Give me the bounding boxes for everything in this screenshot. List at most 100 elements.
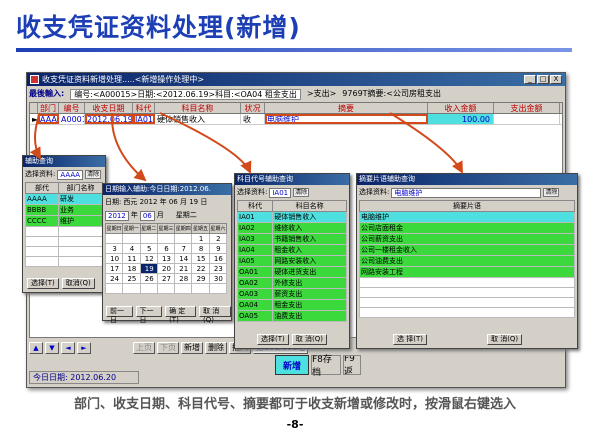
subject-clear-button[interactable]: 清除	[293, 188, 310, 197]
calendar-day[interactable]	[208, 283, 228, 294]
list-item[interactable]: 公司油费支出	[359, 255, 575, 267]
calendar-day[interactable]: 11	[122, 253, 141, 264]
calendar-day[interactable]	[122, 233, 141, 244]
dept-code[interactable]: BBBB	[25, 204, 59, 216]
subject-code[interactable]: IA03	[236, 233, 274, 245]
table-row[interactable]: ► AAAA A00016 2012.06.19 IA01 硬体销售收入 收 电…	[30, 114, 562, 125]
year-select[interactable]: 2012	[105, 210, 129, 221]
dept-select-input[interactable]: AAAA	[57, 169, 84, 180]
calendar-day[interactable]	[174, 233, 193, 244]
list-item[interactable]: 公司店面租金	[359, 222, 575, 234]
cell-number[interactable]: A00016	[59, 114, 85, 124]
subject-code[interactable]: IA04	[236, 244, 274, 256]
subject-select-button[interactable]: 选择(T)	[257, 334, 289, 345]
subject-select-input[interactable]: IA01	[269, 187, 292, 198]
date-ok-button[interactable]: 确 定(T)	[165, 306, 196, 324]
subject-name[interactable]: 网路安装收入	[272, 255, 347, 267]
cell-expense[interactable]	[494, 114, 560, 124]
dept-name[interactable]: 研发	[58, 193, 103, 205]
dept-code[interactable]: CCCC	[25, 215, 59, 227]
summary-phrase[interactable]: 网路安装工程	[359, 266, 575, 278]
list-item[interactable]: AAAA 研发	[25, 193, 103, 205]
calendar-day[interactable]: 19	[139, 263, 158, 274]
list-item[interactable]: IA04 租金收入	[236, 244, 347, 256]
subject-name[interactable]: 油费支出	[272, 310, 347, 322]
cell-subject-name[interactable]: 硬体销售收入	[155, 114, 241, 124]
calendar-day[interactable]	[174, 283, 193, 294]
next-day-button[interactable]: 下一日	[135, 306, 163, 324]
summary-phrase[interactable]: 公司一楼租金收入	[359, 244, 575, 256]
date-cancel-button[interactable]: 取 消(Q)	[198, 306, 231, 324]
left-icon[interactable]: ◄	[61, 342, 75, 354]
cell-summary[interactable]: 电脑维护	[265, 114, 428, 124]
add-big-button[interactable]: 新增	[275, 355, 309, 375]
subject-code[interactable]: OA04	[236, 299, 274, 311]
list-item[interactable]: CCCC 维护	[25, 215, 103, 227]
calendar-day[interactable]	[156, 233, 176, 244]
calendar-day[interactable]	[104, 233, 124, 244]
calendar-day[interactable]: 25	[122, 273, 141, 284]
right-icon[interactable]: ►	[77, 342, 91, 354]
list-item[interactable]: OA02 外修支出	[236, 277, 347, 289]
calendar-day[interactable]	[156, 283, 176, 294]
calendar-day[interactable]: 13	[156, 253, 176, 264]
list-item[interactable]: 公司薪资支出	[359, 233, 575, 245]
subject-code[interactable]: IA05	[236, 255, 274, 267]
list-item[interactable]: IA05 网路安装收入	[236, 255, 347, 267]
dept-name[interactable]: 维护	[58, 215, 103, 227]
month-select[interactable]: 06	[139, 210, 155, 221]
minimize-button[interactable]: _	[524, 75, 536, 84]
cell-income[interactable]: 100.00	[428, 114, 494, 124]
calendar-day[interactable]	[139, 283, 158, 294]
summary-select-button[interactable]: 选 择(T)	[393, 334, 427, 345]
cell-dept[interactable]: AAAA	[38, 114, 59, 124]
calendar-day[interactable]	[122, 283, 141, 294]
calendar-day[interactable]	[191, 283, 210, 294]
calendar-day[interactable]: 9	[208, 243, 228, 254]
prev-icon[interactable]: ▼	[45, 342, 59, 354]
first-icon[interactable]: ▲	[29, 342, 43, 354]
summary-phrase[interactable]: 公司薪资支出	[359, 233, 575, 245]
calendar-day[interactable]: 12	[139, 253, 158, 264]
calendar-day[interactable]: 10	[104, 253, 124, 264]
dept-cancel-button[interactable]: 取消(Q)	[61, 278, 95, 289]
add-button[interactable]: 新增	[181, 342, 203, 354]
summary-clear-button[interactable]: 清除	[543, 188, 560, 197]
calendar-day[interactable]: 16	[208, 253, 228, 264]
cell-status[interactable]: 收	[241, 114, 265, 124]
calendar-day[interactable]: 5	[139, 243, 158, 254]
calendar-day[interactable]: 23	[208, 263, 228, 274]
calendar-day[interactable]: 4	[122, 243, 141, 254]
calendar-day[interactable]: 24	[104, 273, 124, 284]
calendar-day[interactable]: 3	[104, 243, 124, 254]
calendar-day[interactable]: 18	[122, 263, 141, 274]
subject-name[interactable]: 租金支出	[272, 299, 347, 311]
calendar-day[interactable]: 20	[156, 263, 176, 274]
calendar-day[interactable]: 28	[174, 273, 193, 284]
subject-code[interactable]: OA03	[236, 288, 274, 300]
calendar-day[interactable]: 17	[104, 263, 124, 274]
subject-name[interactable]: 维修收入	[272, 222, 347, 234]
list-item[interactable]: OA03 薪资支出	[236, 288, 347, 300]
subject-code[interactable]: OA02	[236, 277, 274, 289]
save-button[interactable]: F8存档	[311, 355, 341, 378]
calendar-day[interactable]	[139, 233, 158, 244]
calendar-day[interactable]: 14	[174, 253, 193, 264]
page-down-button[interactable]: 下页	[157, 342, 179, 354]
summary-phrase[interactable]: 电脑维护	[359, 211, 575, 223]
list-item[interactable]: OA04 租金支出	[236, 299, 347, 311]
cell-subject-code[interactable]: IA01	[133, 114, 155, 124]
calendar-day[interactable]: 2	[208, 233, 228, 244]
calendar-day[interactable]: 1	[191, 233, 210, 244]
subject-name[interactable]: 书籍销售收入	[272, 233, 347, 245]
exit-button[interactable]: F9返	[343, 355, 361, 375]
calendar-day[interactable]: 29	[191, 273, 210, 284]
cell-date[interactable]: 2012.06.19	[85, 114, 133, 124]
summary-phrase[interactable]: 公司店面租金	[359, 222, 575, 234]
calendar-day[interactable]: 22	[191, 263, 210, 274]
calendar-day[interactable]: 27	[156, 273, 176, 284]
list-item[interactable]: OA01 硬体进货支出	[236, 266, 347, 278]
calendar-day[interactable]: 21	[174, 263, 193, 274]
subject-name[interactable]: 硬体进货支出	[272, 266, 347, 278]
dept-clear-button[interactable]: 清除	[85, 170, 102, 179]
